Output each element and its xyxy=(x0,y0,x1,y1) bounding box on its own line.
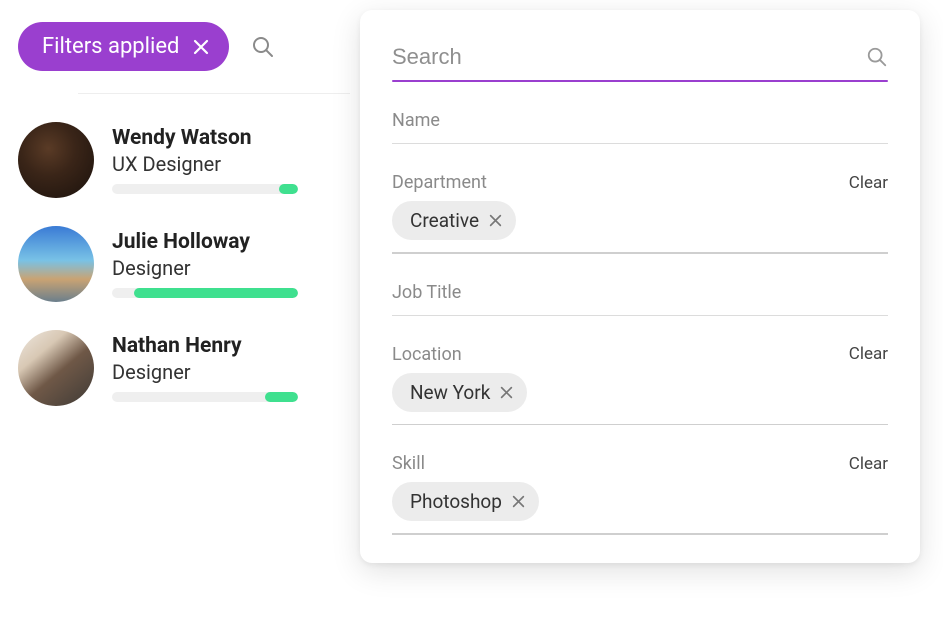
field-label: Department xyxy=(392,172,487,193)
progress-bar-fill xyxy=(134,288,298,298)
field-label: Location xyxy=(392,344,462,365)
person-row[interactable]: Julie Holloway Designer xyxy=(18,226,350,302)
filter-panel: Name Department Clear Creative Job Title xyxy=(360,10,920,563)
search-input[interactable] xyxy=(392,42,866,72)
person-role: Designer xyxy=(112,360,350,384)
filter-field-department[interactable]: Department Clear Creative xyxy=(392,172,888,254)
progress-bar xyxy=(112,184,298,194)
filters-applied-label: Filters applied xyxy=(42,34,179,59)
field-label: Skill xyxy=(392,453,425,474)
field-underline xyxy=(392,424,888,426)
person-role: Designer xyxy=(112,256,350,280)
progress-bar xyxy=(112,392,298,402)
filters-applied-pill[interactable]: Filters applied xyxy=(18,22,229,71)
person-row[interactable]: Wendy Watson UX Designer xyxy=(18,122,350,198)
search-icon[interactable] xyxy=(866,46,888,68)
filter-field-location[interactable]: Location Clear New York xyxy=(392,344,888,426)
field-underline xyxy=(392,533,888,535)
clear-button[interactable]: Clear xyxy=(849,344,888,364)
close-icon[interactable] xyxy=(489,214,502,227)
chip-label: Creative xyxy=(410,209,479,232)
close-icon[interactable] xyxy=(193,39,209,55)
filter-field-skill[interactable]: Skill Clear Photoshop xyxy=(392,453,888,535)
person-name: Wendy Watson xyxy=(112,126,350,150)
close-icon[interactable] xyxy=(500,386,513,399)
person-name: Nathan Henry xyxy=(112,334,350,358)
search-underline xyxy=(392,80,888,82)
search-icon[interactable] xyxy=(251,35,275,59)
filter-chip-skill[interactable]: Photoshop xyxy=(392,482,539,521)
progress-bar xyxy=(112,288,298,298)
person-row[interactable]: Nathan Henry Designer xyxy=(18,330,350,406)
progress-bar-fill xyxy=(279,184,298,194)
field-label: Name xyxy=(392,110,440,131)
avatar xyxy=(18,226,94,302)
filter-field-job-title[interactable]: Job Title xyxy=(392,282,888,316)
person-role: UX Designer xyxy=(112,152,350,176)
avatar xyxy=(18,330,94,406)
clear-button[interactable]: Clear xyxy=(849,173,888,193)
person-name: Julie Holloway xyxy=(112,230,350,254)
close-icon[interactable] xyxy=(512,495,525,508)
field-underline xyxy=(392,143,888,144)
filter-field-name[interactable]: Name xyxy=(392,110,888,144)
field-label: Job Title xyxy=(392,282,461,303)
filter-chip-department[interactable]: Creative xyxy=(392,201,516,240)
avatar xyxy=(18,122,94,198)
field-underline xyxy=(392,252,888,254)
divider xyxy=(78,93,350,94)
filter-chip-location[interactable]: New York xyxy=(392,373,527,412)
chip-label: Photoshop xyxy=(410,490,502,513)
chip-label: New York xyxy=(410,381,490,404)
progress-bar-fill xyxy=(265,392,298,402)
clear-button[interactable]: Clear xyxy=(849,454,888,474)
field-underline xyxy=(392,315,888,316)
